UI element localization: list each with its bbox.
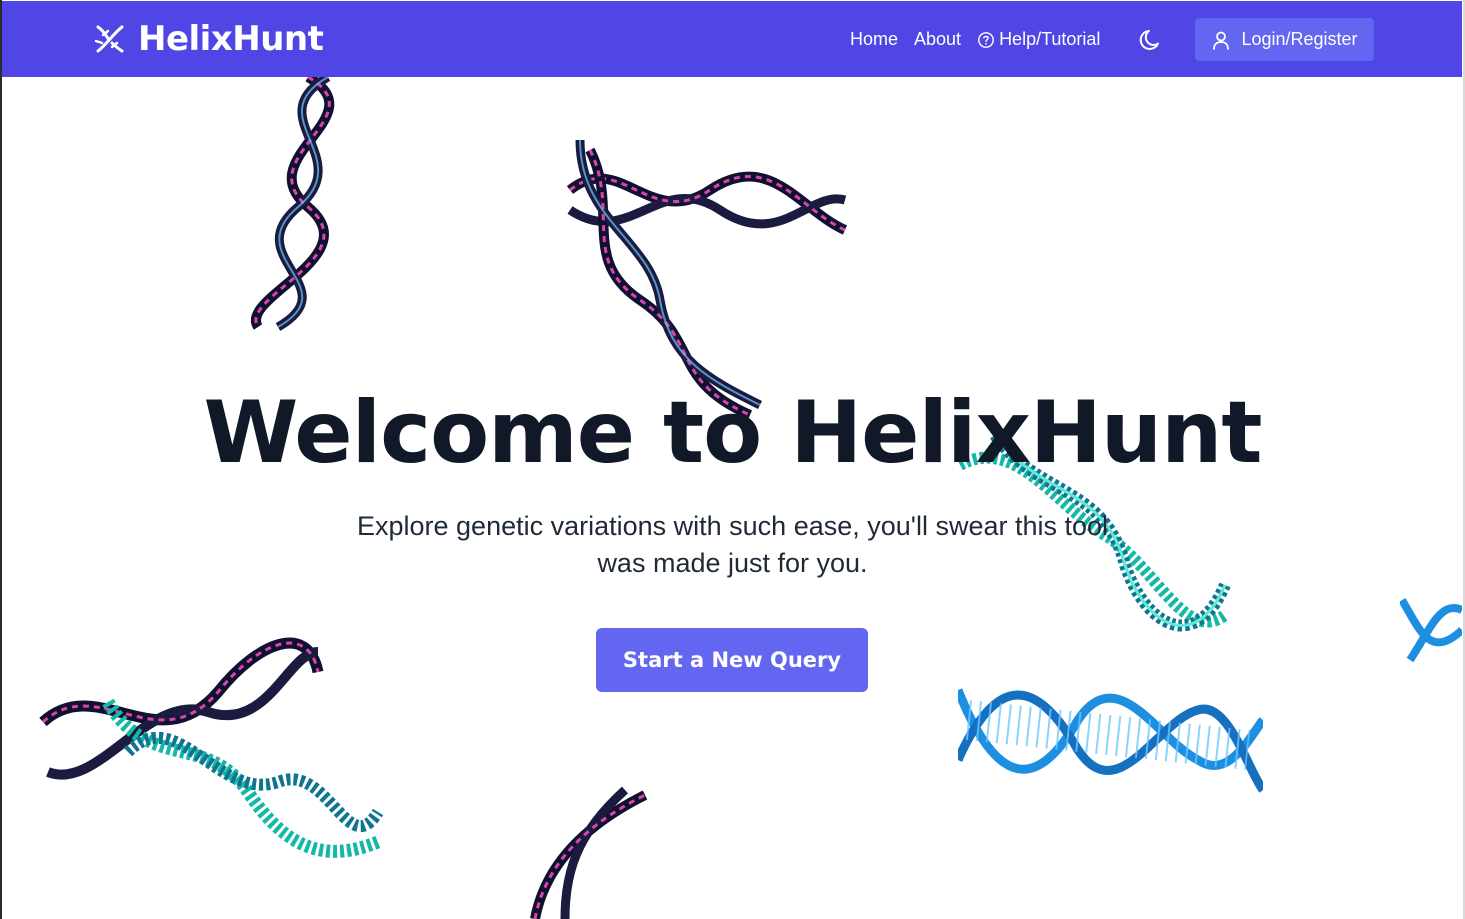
login-register-button[interactable]: Login/Register: [1195, 18, 1374, 61]
dna-helix-image-far-right: [1400, 597, 1462, 663]
nav-home-link[interactable]: Home: [850, 29, 898, 50]
moon-icon[interactable]: [1138, 27, 1164, 53]
main-nav: Home About Help/Tutorial: [850, 29, 1116, 50]
login-register-label: Login/Register: [1241, 29, 1358, 49]
hero-title: Welcome to HelixHunt: [203, 383, 1263, 483]
help-circle-icon: [978, 31, 994, 48]
navbar: HelixHunt Home About Help/Tutorial Login…: [2, 1, 1462, 77]
dna-helix-image-bottom-left: [39, 637, 383, 858]
nav-help-link[interactable]: Help/Tutorial: [977, 29, 1100, 50]
user-icon: [1213, 31, 1230, 50]
brand-name: HelixHunt: [138, 19, 324, 59]
start-new-query-button[interactable]: Start a New Query: [596, 628, 868, 692]
dna-helix-image-top-center: [566, 139, 848, 420]
nav-about-link[interactable]: About: [914, 29, 961, 50]
nav-help-label: Help/Tutorial: [999, 29, 1101, 49]
dna-helix-image-bottom-center: [530, 786, 648, 919]
dna-logo-icon: [94, 25, 124, 53]
brand[interactable]: HelixHunt: [92, 19, 324, 59]
dna-helix-image-bottom-right-blue: [958, 688, 1263, 793]
dna-helix-image-top-left: [250, 77, 335, 331]
hero-subtitle: Explore genetic variations with such eas…: [356, 511, 1109, 578]
